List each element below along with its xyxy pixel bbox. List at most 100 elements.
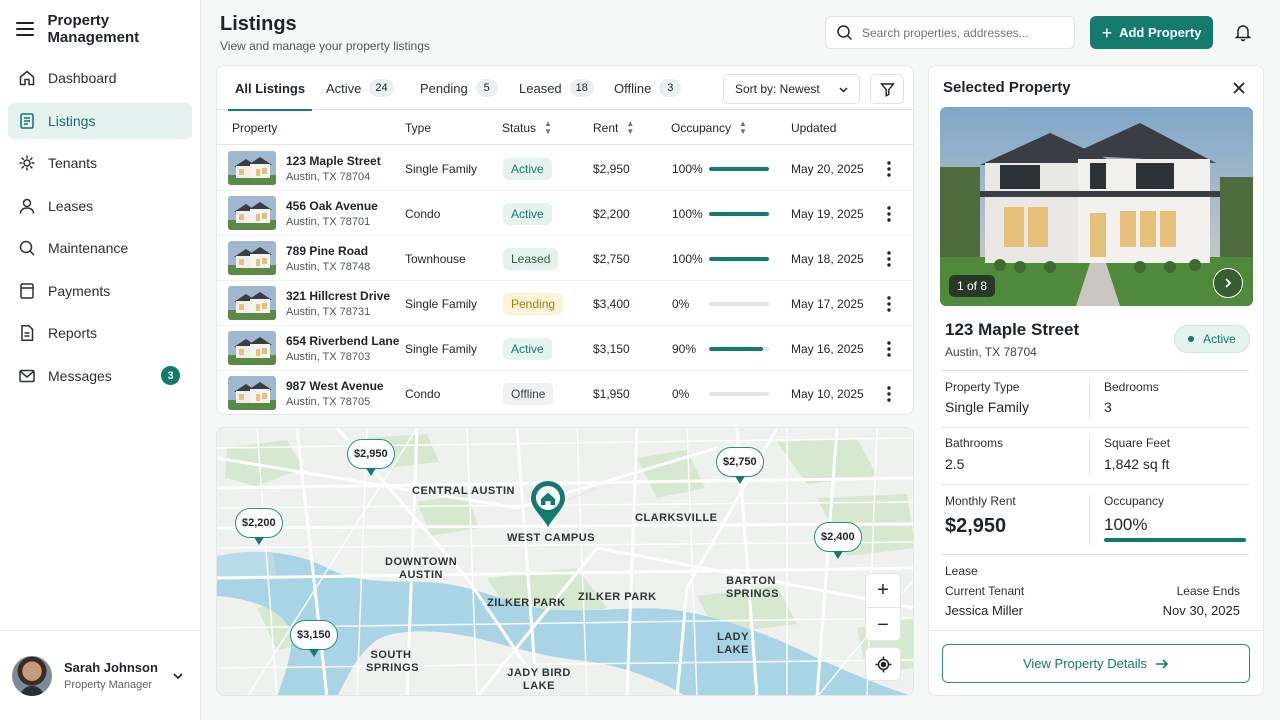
table-row[interactable]: 456 Oak Avenue Austin, TX 78701 Condo Activ… <box>217 191 913 236</box>
sidebar-item-label: Tenants <box>48 155 98 171</box>
property-thumbnail <box>228 196 276 230</box>
tab-all-listings[interactable]: All Listings <box>227 66 313 111</box>
tab-count: 18 <box>569 79 594 97</box>
divider <box>929 630 1265 631</box>
tab-count: 3 <box>659 79 682 97</box>
property-address: Austin, TX 78703 <box>286 351 371 363</box>
column-status[interactable]: Status ▲ ▼ <box>502 111 552 145</box>
sidebar-item-leases[interactable]: Leases <box>8 188 192 224</box>
report-icon <box>18 324 36 342</box>
map-pin[interactable]: $3,150 <box>290 620 338 657</box>
divider <box>1089 494 1090 546</box>
occupancy-bar <box>709 301 769 306</box>
more-options-icon[interactable] <box>884 295 894 313</box>
map-pin[interactable]: $2,400 <box>814 522 862 559</box>
tab-pending[interactable]: Pending 5 <box>420 66 498 110</box>
user-menu[interactable]: Sarah Johnson Property Manager <box>0 630 200 720</box>
user-name: Sarah Johnson <box>64 660 158 675</box>
document-icon <box>18 282 36 300</box>
table-row[interactable]: 321 Hillcrest Drive Austin, TX 78731 Singl… <box>217 281 913 326</box>
sidebar-item-reports[interactable]: Reports <box>8 315 192 351</box>
messages-badge: 3 <box>161 366 180 385</box>
property-name: 123 Maple Street <box>945 320 1080 339</box>
add-property-button[interactable]: + Add Property <box>1090 16 1213 49</box>
column-occupancy[interactable]: Occupancy ▲ ▼ <box>671 111 747 145</box>
occupancy-bar <box>709 166 769 171</box>
property-name: 987 West Avenue <box>286 379 384 393</box>
tab-label: Offline <box>614 80 652 96</box>
locate-button[interactable] <box>865 647 901 681</box>
tab-leased[interactable]: Leased 18 <box>519 66 594 110</box>
add-property-label: Add Property <box>1119 25 1202 40</box>
map-pin[interactable]: $2,200 <box>235 508 283 545</box>
search-icon <box>837 25 853 41</box>
list-icon <box>18 112 36 130</box>
property-address: Austin, TX 78704 <box>286 171 371 183</box>
occupancy-fill <box>709 256 769 261</box>
brand: Property Management <box>16 12 200 46</box>
user-icon <box>18 197 36 215</box>
sidebar-item-listings[interactable]: Listings <box>8 102 192 139</box>
rent-value: $2,950 <box>593 161 630 176</box>
sidebar-item-label: Leases <box>48 197 94 214</box>
zoom-in-button[interactable]: + <box>866 574 900 608</box>
sidebar-item-label: Messages <box>48 367 112 384</box>
column-rent[interactable]: Rent ▲ ▼ <box>593 111 634 145</box>
map-pin[interactable]: $2,950 <box>347 439 395 476</box>
selected-property-panel: Selected Property 1 of 8 123 Maple Stree… <box>928 65 1265 696</box>
occupancy-value: 100% <box>672 206 703 221</box>
occupancy-value: 90% <box>672 341 697 356</box>
home-marker-icon[interactable] <box>529 480 567 528</box>
occupancy-bar <box>709 256 769 261</box>
sort-dropdown[interactable]: Sort by: Newest <box>723 74 860 104</box>
filter-button[interactable] <box>870 74 904 104</box>
map-label: CENTRAL AUSTIN <box>412 485 515 497</box>
occupancy-fill <box>709 346 763 351</box>
table-row[interactable]: 654 Riverbend Lane Austin, TX 78703 Single… <box>217 326 913 371</box>
more-options-icon[interactable] <box>884 385 894 403</box>
tab-active[interactable]: Active 24 <box>326 66 394 110</box>
view-property-details-button[interactable]: View Property Details <box>942 644 1250 683</box>
map-label: ZILKER PARK <box>578 591 657 603</box>
map-pin[interactable]: $2,750 <box>716 447 764 484</box>
close-icon[interactable] <box>1232 81 1246 95</box>
sidebar-item-tenants[interactable]: Tenants <box>8 145 192 181</box>
column-label: Status <box>502 121 537 135</box>
more-options-icon[interactable] <box>884 160 894 178</box>
updated-date: May 19, 2025 <box>791 206 864 221</box>
property-map[interactable]: CENTRAL AUSTIN WEST CAMPUS CLARKSVILLE D… <box>216 427 914 696</box>
table-row[interactable]: 789 Pine Road Austin, TX 78748 Townhouse Le… <box>217 236 913 281</box>
divider <box>1089 379 1090 420</box>
next-photo-button[interactable] <box>1213 268 1243 298</box>
table-row[interactable]: 123 Maple Street Austin, TX 78704 Single F… <box>217 146 913 191</box>
updated-date: May 10, 2025 <box>791 386 864 401</box>
bathrooms-value: 2.5 <box>945 456 965 472</box>
column-label: Rent <box>593 121 619 135</box>
bathrooms-label: Bathrooms <box>945 436 1004 450</box>
sidebar-item-payments[interactable]: Payments <box>8 273 192 309</box>
sidebar-item-messages[interactable]: Messages 3 <box>8 358 192 394</box>
property-photo[interactable]: 1 of 8 <box>940 107 1253 306</box>
map-label: JADY BIRD LAKE <box>507 667 571 692</box>
menu-icon[interactable] <box>16 22 34 36</box>
rent-value: $3,150 <box>593 341 630 356</box>
more-options-icon[interactable] <box>884 205 894 223</box>
search-input[interactable] <box>862 25 1062 40</box>
tab-offline[interactable]: Offline 3 <box>614 66 682 110</box>
search-box[interactable] <box>825 16 1075 49</box>
zoom-out-button[interactable]: − <box>866 608 900 642</box>
property-type: Single Family <box>405 161 478 176</box>
table-row[interactable]: 987 West Avenue Austin, TX 78705 Condo Offl… <box>217 371 913 416</box>
more-options-icon[interactable] <box>884 250 894 268</box>
sidebar-item-dashboard[interactable]: Dashboard <box>8 60 192 96</box>
sidebar-item-maintenance[interactable]: Maintenance <box>8 230 192 266</box>
page-subtitle: View and manage your property listings <box>220 39 430 53</box>
chevron-down-icon[interactable] <box>172 670 184 682</box>
occupancy-bar <box>709 391 769 396</box>
rent-value: $2,200 <box>593 206 630 221</box>
bell-icon[interactable] <box>1233 22 1253 42</box>
more-options-icon[interactable] <box>884 340 894 358</box>
property-thumbnail <box>228 241 276 275</box>
occupancy-fill <box>709 166 769 171</box>
occupancy-bar <box>709 211 769 216</box>
